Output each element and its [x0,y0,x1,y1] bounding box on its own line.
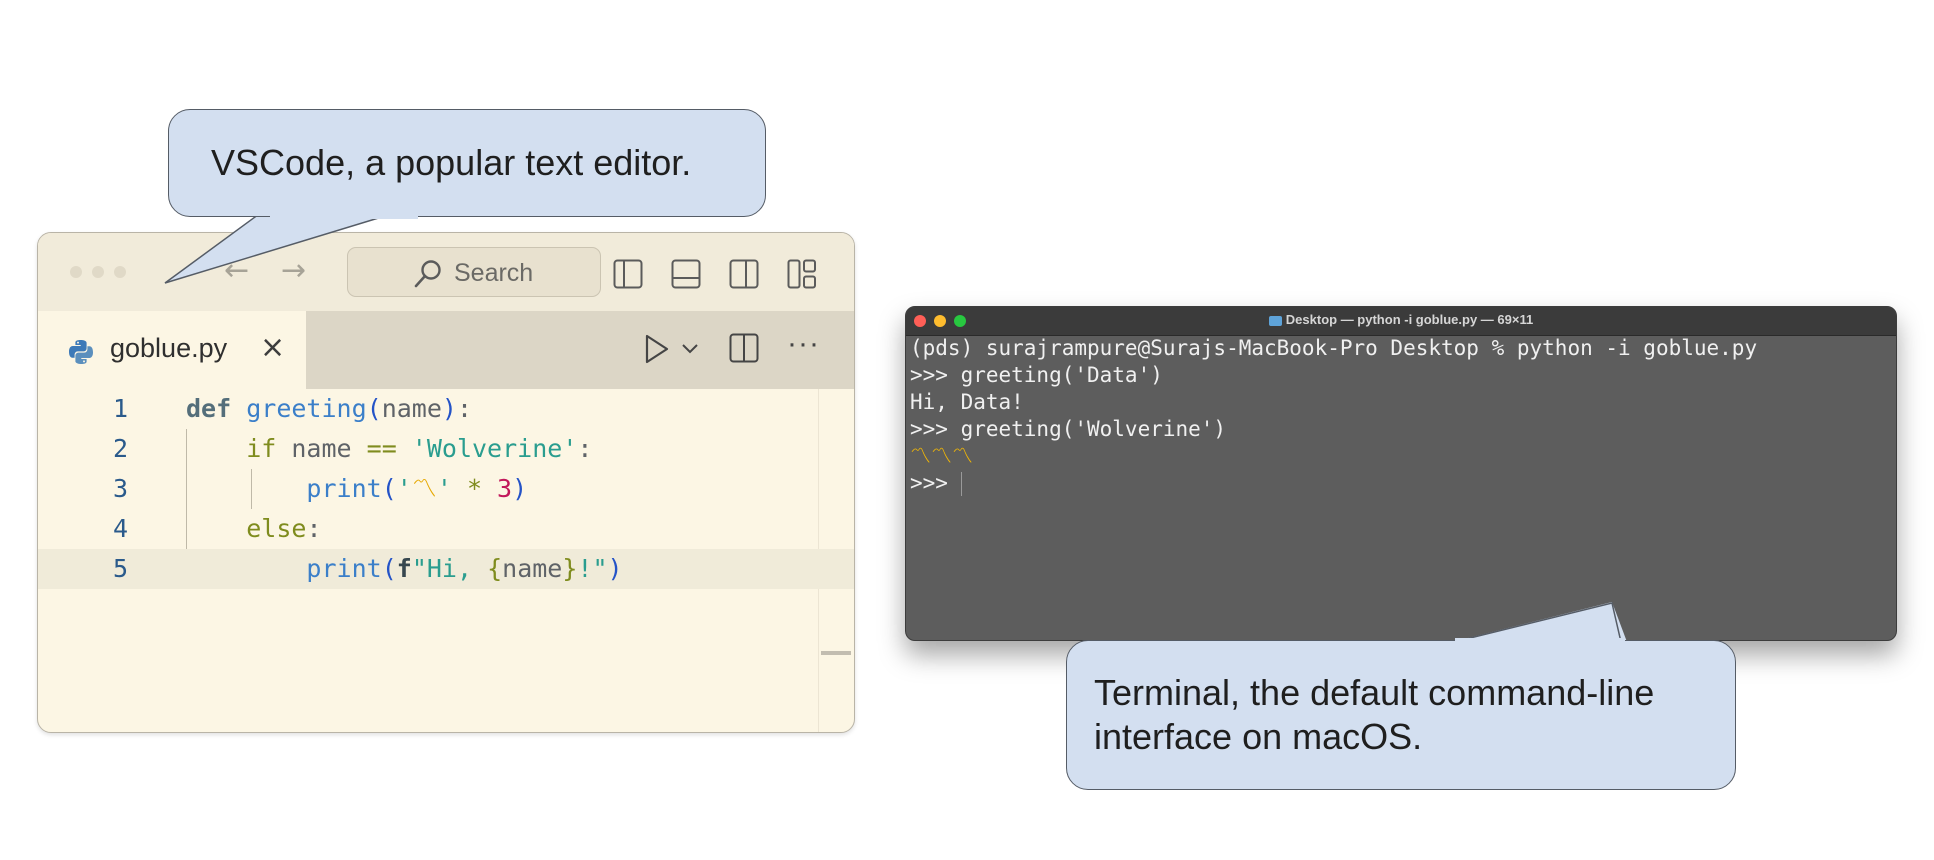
number-literal: 3 [497,474,513,503]
toggle-primary-sidebar-icon[interactable] [613,259,643,289]
terminal-window: Desktop — python -i goblue.py — 69×11 (p… [905,306,1897,641]
keyword-if: if [246,434,277,463]
split-editor-icon[interactable] [729,333,759,363]
colon: : [306,514,322,543]
code-line-2: 2 if name == 'Wolverine': [38,429,854,469]
toggle-panel-icon[interactable] [671,259,701,289]
function-name: greeting [246,394,367,423]
zoom-window-button[interactable] [114,266,126,278]
vscode-window: ← → Search goblue.py × ··· 1 def greetin… [37,232,855,733]
function-print: print [306,474,382,503]
tab-label: goblue.py [110,333,228,363]
brace-close: } [562,554,578,583]
vscode-callout: VSCode, a popular text editor. [168,109,766,217]
callout-join [270,215,418,219]
terminal-line: >>> greeting('Data') [910,363,1163,387]
code-text: print(f"Hi, {name}!") [186,549,623,589]
line-number: 4 [112,514,128,543]
editor-tab-bar: goblue.py × ··· [38,311,854,389]
code-line-4: 4 else: [38,509,854,549]
vscode-callout-text: VSCode, a popular text editor. [211,142,692,183]
variable-name: name [502,554,563,583]
operator-eq: == [366,434,397,463]
string-literal: "Hi, [411,554,488,583]
keyword-def: def [186,394,232,423]
tab-goblue-py[interactable]: goblue.py × [38,311,306,389]
colon: : [577,434,593,463]
colon: : [456,394,473,423]
code-line-5: 5 print(f"Hi, {name}!") [38,549,854,589]
line-number: 5 [112,554,128,583]
string-literal: !" [577,554,608,583]
terminal-callout: Terminal, the default command-line inter… [1066,640,1736,790]
customize-layout-icon[interactable] [787,259,817,289]
minimize-window-button[interactable] [92,266,104,278]
terminal-emoji-line: 〽〽〽 [910,444,973,468]
paren-open: ( [366,394,382,423]
terminal-callout-text-2: interface on macOS. [1094,716,1423,757]
scrollbar-thumb[interactable] [821,651,851,655]
close-tab-icon[interactable]: × [260,330,285,365]
code-editor[interactable]: 1 def greeting(name): 2 if name == 'Wolv… [38,389,854,732]
function-print: print [306,554,382,583]
more-actions-icon[interactable]: ··· [787,327,820,361]
operator-mul: * [451,474,498,503]
code-text: if name == 'Wolverine': [186,429,592,469]
paren-close: ) [607,554,623,583]
terminal-callout-text-1: Terminal, the default command-line [1094,672,1655,713]
paren-close: ) [441,394,457,423]
text-cursor [960,472,962,496]
paren-close: ) [512,474,528,503]
terminal-titlebar: Desktop — python -i goblue.py — 69×11 [906,307,1896,336]
param-name: name [381,394,442,423]
toggle-secondary-sidebar-icon[interactable] [729,259,759,289]
terminal-line: Hi, Data! [910,390,1024,414]
code-text: def greeting(name): [186,389,472,429]
line-number: 1 [112,394,128,423]
terminal-title: Desktop — python -i goblue.py — 69×11 [906,312,1896,327]
code-line-3: 3 print('〽' * 3) [38,469,854,509]
close-window-button[interactable] [70,266,82,278]
terminal-title-label: Desktop — python -i goblue.py — 69×11 [1285,312,1534,327]
line-number: 3 [112,474,128,503]
terminal-prompt: >>> [910,471,961,495]
string-quote: ' [436,474,452,503]
run-python-file-icon[interactable] [642,333,672,365]
search-label: Search [454,259,534,287]
terminal-line: >>> greeting('Wolverine') [910,417,1227,441]
paren-open: ( [381,474,397,503]
part-alternation-mark-icon: 〽 [411,474,437,503]
folder-icon [1268,315,1282,326]
chevron-down-icon[interactable] [681,343,699,355]
fstring-prefix: f [396,554,412,583]
keyword-else: else [246,514,307,543]
code-text: else: [186,509,322,549]
code-text: print('〽' * 3) [186,469,527,509]
string-quote: ' [396,474,412,503]
variable-name: name [276,434,367,463]
paren-open: ( [381,554,397,583]
line-number: 2 [112,434,128,463]
terminal-prompt-line[interactable]: >>> [910,470,1892,497]
terminal-line: (pds) surajrampure@Surajs-MacBook-Pro De… [910,336,1758,360]
code-line-1: 1 def greeting(name): [38,389,854,429]
terminal-output[interactable]: (pds) surajrampure@Surajs-MacBook-Pro De… [910,335,1892,497]
python-file-icon [69,340,93,364]
callout-join [1455,638,1625,642]
brace-open: { [487,554,503,583]
string-literal: 'Wolverine' [396,434,578,463]
